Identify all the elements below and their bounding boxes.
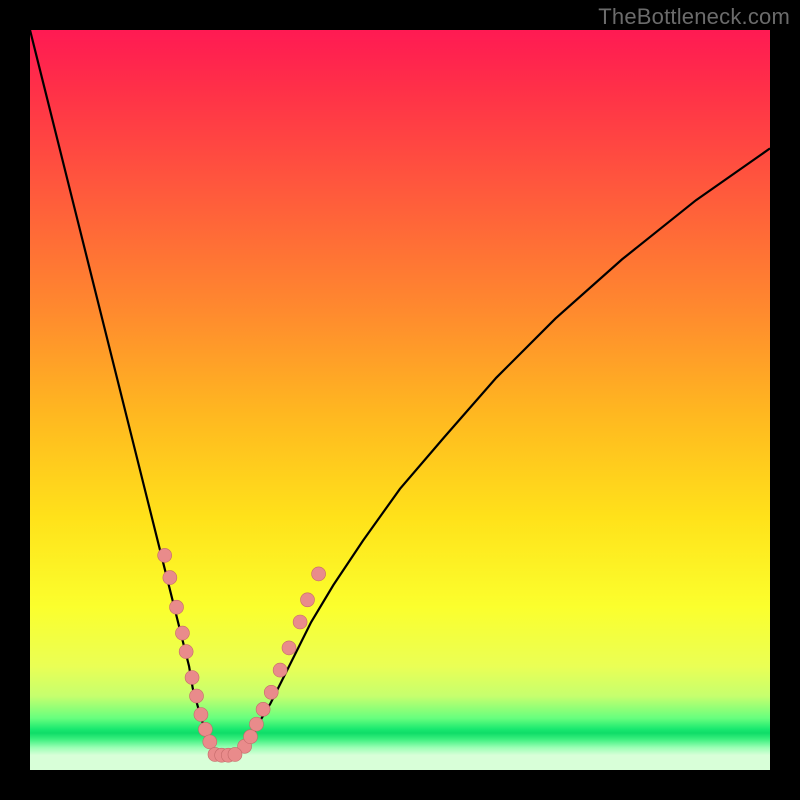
data-dot (256, 702, 270, 716)
data-dot (249, 717, 263, 731)
data-dot (170, 600, 184, 614)
data-dot (264, 685, 278, 699)
curve-right (237, 148, 770, 755)
data-dots (158, 548, 326, 762)
data-dot (282, 641, 296, 655)
data-dot (293, 615, 307, 629)
data-dot (228, 747, 242, 761)
data-dot (312, 567, 326, 581)
data-dot (301, 593, 315, 607)
data-dot (175, 626, 189, 640)
data-dot (179, 645, 193, 659)
watermark-label: TheBottleneck.com (598, 4, 790, 30)
data-dot (203, 735, 217, 749)
data-dot (163, 571, 177, 585)
curve-overlay (30, 30, 770, 770)
data-dot (190, 689, 204, 703)
data-dot (185, 671, 199, 685)
data-dot (158, 548, 172, 562)
data-dot (244, 730, 258, 744)
chart-frame: TheBottleneck.com (0, 0, 800, 800)
data-dot (194, 708, 208, 722)
data-dot (198, 722, 212, 736)
data-dot (273, 663, 287, 677)
